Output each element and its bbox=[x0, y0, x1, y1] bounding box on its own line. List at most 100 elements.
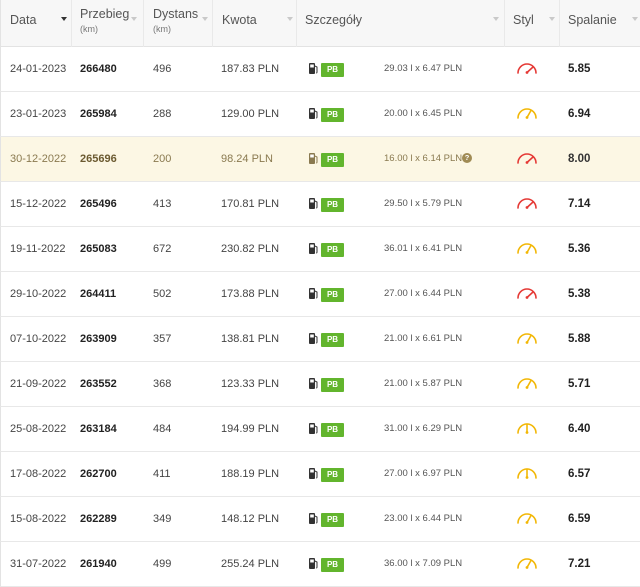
consumption-cell: 5.36 bbox=[568, 243, 591, 255]
aggressive-gauge-icon bbox=[516, 195, 538, 209]
mileage-cell: 266480 bbox=[80, 63, 117, 75]
fuel-pump-icon bbox=[308, 467, 319, 480]
refuel-detail-cell: 21.00 l x 5.87 PLN bbox=[384, 378, 463, 389]
table-row[interactable]: 30-12-2022 265696 200 98.24 PLN PB 16.00 l x … bbox=[0, 137, 640, 182]
distance-cell: 368 bbox=[153, 378, 172, 390]
table-row[interactable]: 29-10-2022 264411 502 173.88 PLN PB 27.00 l x… bbox=[0, 272, 640, 317]
refuel-detail-cell: 36.01 l x 6.41 PLN bbox=[384, 243, 463, 254]
distance-cell: 499 bbox=[153, 558, 172, 570]
fuel-type-badge: PB bbox=[321, 198, 344, 212]
mileage-cell: 262289 bbox=[80, 513, 117, 525]
consumption-cell: 6.57 bbox=[568, 468, 591, 480]
column-header-mileage[interactable]: Przebieg (km) bbox=[72, 0, 144, 47]
amount-cell: 123.33 PLN bbox=[221, 378, 280, 390]
table-row[interactable]: 25-08-2022 263184 484 194.99 PLN PB 31.00 l x… bbox=[0, 407, 640, 452]
distance-cell: 413 bbox=[153, 198, 172, 210]
table-row[interactable]: 31-07-2022 261940 499 255.24 PLN PB 36.00 l x… bbox=[0, 542, 640, 587]
column-header-distance-unit: (km) bbox=[153, 24, 171, 34]
mileage-cell: 264411 bbox=[80, 288, 117, 300]
sort-icon[interactable] bbox=[549, 17, 555, 21]
mileage-cell: 263552 bbox=[80, 378, 117, 390]
amount-cell: 194.99 PLN bbox=[221, 423, 280, 435]
amount-cell: 170.81 PLN bbox=[221, 198, 280, 210]
column-header-mileage-label: Przebieg bbox=[80, 7, 130, 21]
mileage-cell: 265083 bbox=[80, 243, 117, 255]
amount-cell: 255.24 PLN bbox=[221, 558, 280, 570]
column-header-consumption[interactable]: Spalanie bbox=[560, 0, 640, 47]
distance-cell: 288 bbox=[153, 108, 172, 120]
table-row[interactable]: 15-12-2022 265496 413 170.81 PLN PB 29.50 l x… bbox=[0, 182, 640, 227]
table-row[interactable]: 21-09-2022 263552 368 123.33 PLN PB 21.00 l x… bbox=[0, 362, 640, 407]
sort-icon[interactable] bbox=[131, 17, 137, 21]
amount-cell: 230.82 PLN bbox=[221, 243, 280, 255]
date-cell: 25-08-2022 bbox=[10, 423, 67, 435]
sort-icon[interactable] bbox=[287, 17, 293, 21]
table-row[interactable]: 19-11-2022 265083 672 230.82 PLN PB 36.01 l x… bbox=[0, 227, 640, 272]
fuel-type-badge: PB bbox=[321, 63, 344, 77]
distance-cell: 672 bbox=[153, 243, 172, 255]
consumption-cell: 6.94 bbox=[568, 108, 591, 120]
refuel-detail-cell: 27.00 l x 6.97 PLN bbox=[384, 468, 463, 479]
sort-desc-icon[interactable] bbox=[61, 17, 67, 21]
distance-cell: 200 bbox=[153, 153, 172, 165]
fuel-pump-icon bbox=[308, 197, 319, 210]
fuel-type-badge: PB bbox=[321, 333, 344, 347]
consumption-cell: 5.85 bbox=[568, 63, 591, 75]
consumption-cell: 5.71 bbox=[568, 378, 591, 390]
refuel-detail-cell: 36.00 l x 7.09 PLN bbox=[384, 558, 463, 569]
aggressive-gauge-icon bbox=[516, 285, 538, 299]
fuel-pump-icon bbox=[308, 512, 319, 525]
date-cell: 21-09-2022 bbox=[10, 378, 67, 390]
distance-cell: 496 bbox=[153, 63, 172, 75]
fuel-type-badge: PB bbox=[321, 423, 344, 437]
column-header-consumption-label: Spalanie bbox=[568, 13, 617, 27]
fuel-pump-icon bbox=[308, 332, 319, 345]
consumption-cell: 8.00 bbox=[568, 153, 591, 165]
date-cell: 24-01-2023 bbox=[10, 63, 67, 75]
distance-cell: 357 bbox=[153, 333, 172, 345]
sort-icon[interactable] bbox=[202, 17, 208, 21]
sort-icon[interactable] bbox=[632, 17, 638, 21]
aggressive-gauge-icon bbox=[516, 60, 538, 74]
fuel-type-badge: PB bbox=[321, 153, 344, 167]
table-row[interactable]: 07-10-2022 263909 357 138.81 PLN PB 21.00 l x… bbox=[0, 317, 640, 362]
table-header: Data Przebieg (km) Dystans (km) Kwota Sz… bbox=[0, 0, 640, 47]
fuel-pump-icon bbox=[308, 242, 319, 255]
fuel-type-badge: PB bbox=[321, 378, 344, 392]
table-row[interactable]: 24-01-2023 266480 496 187.83 PLN PB 29.03 l x… bbox=[0, 47, 640, 92]
help-icon[interactable]: ? bbox=[462, 153, 472, 163]
refuel-detail-cell: 20.00 l x 6.45 PLN bbox=[384, 108, 463, 119]
column-header-distance[interactable]: Dystans (km) bbox=[144, 0, 213, 47]
mileage-cell: 263184 bbox=[80, 423, 117, 435]
refuel-detail-cell: 29.03 l x 6.47 PLN bbox=[384, 63, 463, 74]
amount-cell: 98.24 PLN bbox=[221, 153, 273, 165]
normal-gauge-icon bbox=[516, 330, 538, 344]
fuel-type-badge: PB bbox=[321, 108, 344, 122]
refuel-detail-cell: 16.00 l x 6.14 PLN bbox=[384, 153, 463, 164]
fuel-type-badge: PB bbox=[321, 468, 344, 482]
table-row[interactable]: 17-08-2022 262700 411 188.19 PLN PB 27.00 l x… bbox=[0, 452, 640, 497]
fuel-type-badge: PB bbox=[321, 288, 344, 302]
column-header-amount[interactable]: Kwota bbox=[213, 0, 297, 47]
distance-cell: 349 bbox=[153, 513, 172, 525]
fuel-type-badge: PB bbox=[321, 558, 344, 572]
table-row[interactable]: 15-08-2022 262289 349 148.12 PLN PB 23.00 l x… bbox=[0, 497, 640, 542]
date-cell: 30-12-2022 bbox=[10, 153, 67, 165]
amount-cell: 187.83 PLN bbox=[221, 63, 280, 75]
column-header-details[interactable]: Szczegóły bbox=[297, 0, 505, 47]
column-header-amount-label: Kwota bbox=[222, 13, 257, 27]
column-header-date[interactable]: Data bbox=[1, 0, 72, 47]
fuel-pump-icon bbox=[308, 287, 319, 300]
refuel-detail-cell: 27.00 l x 6.44 PLN bbox=[384, 288, 463, 299]
amount-cell: 148.12 PLN bbox=[221, 513, 280, 525]
fuel-pump-icon bbox=[308, 557, 319, 570]
eco-gauge-icon bbox=[516, 465, 538, 479]
column-header-style[interactable]: Styl bbox=[505, 0, 560, 47]
date-cell: 19-11-2022 bbox=[10, 243, 66, 255]
mileage-cell: 265496 bbox=[80, 198, 117, 210]
sort-icon[interactable] bbox=[493, 17, 499, 21]
table-row[interactable]: 23-01-2023 265984 288 129.00 PLN PB 20.00 l x… bbox=[0, 92, 640, 137]
fuel-pump-icon bbox=[308, 62, 319, 75]
amount-cell: 138.81 PLN bbox=[221, 333, 280, 345]
distance-cell: 411 bbox=[153, 468, 171, 480]
